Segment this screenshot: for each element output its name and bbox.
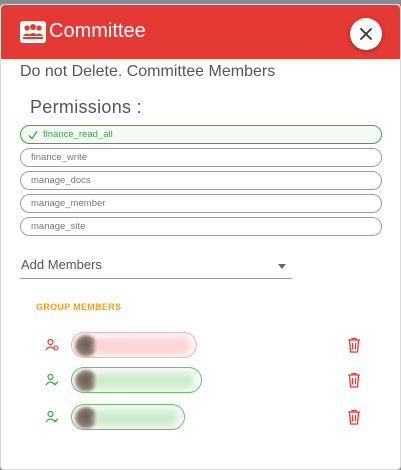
dialog-title: Committee (49, 20, 146, 42)
member-chip[interactable] (71, 367, 202, 393)
trash-icon[interactable] (347, 337, 361, 353)
user-admin-icon (45, 338, 59, 351)
trash-icon[interactable] (347, 372, 361, 388)
group-icon (20, 21, 46, 43)
dropdown-caret-icon[interactable] (278, 264, 286, 269)
member-name-redacted (94, 373, 194, 389)
permission-chip-finance-read-all[interactable]: finance_read_all (20, 125, 382, 144)
user-check-icon (45, 373, 59, 386)
member-chip[interactable] (71, 404, 185, 430)
permission-label: manage_docs (31, 175, 91, 186)
user-check-icon (45, 410, 59, 423)
close-icon (360, 28, 372, 40)
permission-chip-manage-site[interactable]: manage_site (20, 217, 382, 236)
trash-icon[interactable] (347, 409, 361, 425)
permissions-list: finance_read_all finance_write manage_do… (20, 125, 382, 240)
close-button[interactable] (350, 18, 382, 50)
add-members-placeholder: Add Members (21, 257, 102, 272)
dialog-header: Committee (1, 5, 400, 59)
permission-chip-finance-write[interactable]: finance_write (20, 148, 382, 167)
member-name-redacted (94, 338, 190, 354)
permission-label: finance_read_all (43, 129, 113, 140)
add-members-select[interactable]: Add Members (20, 253, 292, 279)
check-icon (28, 130, 38, 140)
committee-dialog: Committee Do not Delete. Committee Membe… (0, 4, 401, 470)
member-chip[interactable] (71, 332, 197, 358)
dialog-subtitle: Do not Delete. Committee Members (20, 63, 276, 80)
permission-label: manage_site (31, 221, 86, 232)
member-row (1, 331, 401, 359)
permission-label: manage_member (31, 198, 106, 209)
permission-chip-manage-member[interactable]: manage_member (20, 194, 382, 213)
permissions-heading: Permissions : (30, 97, 142, 117)
member-name-redacted (94, 410, 178, 426)
group-members-heading: GROUP MEMBERS (36, 302, 122, 312)
permission-label: finance_write (31, 152, 87, 163)
member-row (1, 403, 401, 431)
member-row (1, 366, 401, 394)
permission-chip-manage-docs[interactable]: manage_docs (20, 171, 382, 190)
